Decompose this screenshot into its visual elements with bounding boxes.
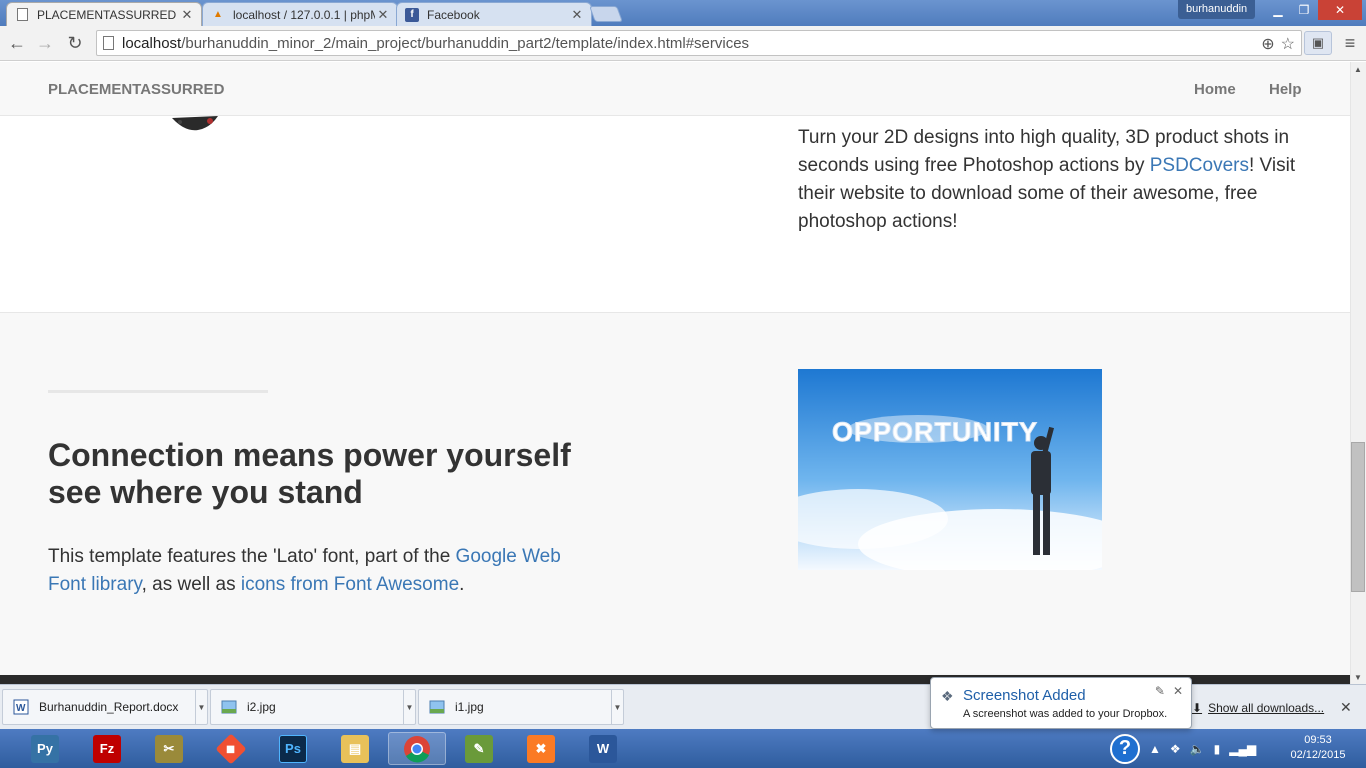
windows-taskbar: Py Fz ✂ ◆ Ps ▤ ✎ ✖ W ? ▲ ❖ 🔈 ▮ ▂▄▆ 09:53… xyxy=(0,729,1366,768)
word-icon[interactable]: W xyxy=(574,732,632,765)
clock-date: 02/12/2015 xyxy=(1290,749,1346,761)
tab-facebook[interactable]: f Facebook ✕ xyxy=(396,2,592,26)
tab-phpmyadmin[interactable]: ▲ localhost / 127.0.0.1 | phpMyAdmin ✕ xyxy=(202,2,398,26)
tab-title: PLACEMENTASSURRED xyxy=(37,7,177,22)
close-icon[interactable]: ✕ xyxy=(569,7,585,23)
download-filename: Burhanuddin_Report.docx xyxy=(39,700,179,714)
filezilla-icon[interactable]: Fz xyxy=(78,732,136,765)
window-close-icon[interactable]: ✕ xyxy=(1318,0,1362,20)
tab-title: localhost / 127.0.0.1 | phpMyAdmin xyxy=(233,7,375,22)
svg-text:OPPORTUNITY: OPPORTUNITY xyxy=(832,417,1038,447)
downloads-close-icon[interactable]: ✕ xyxy=(1340,699,1352,716)
extension-icon[interactable]: ▣ xyxy=(1304,31,1332,55)
download-filename: i2.jpg xyxy=(247,700,276,714)
profile-badge[interactable]: burhanuddin xyxy=(1178,0,1256,19)
git-icon[interactable]: ◆ xyxy=(202,732,260,765)
chevron-down-icon[interactable]: ▼ xyxy=(403,690,415,724)
tab-placementassurred[interactable]: PLACEMENTASSURRED ✕ xyxy=(6,2,202,26)
zoom-icon[interactable]: ⊕ xyxy=(1261,34,1274,54)
section-1-text: Turn your 2D designs into high quality, … xyxy=(798,127,1296,232)
download-item[interactable]: i2.jpg ▼ xyxy=(210,689,416,725)
system-tray: ? ▲ ❖ 🔈 ▮ ▂▄▆ xyxy=(1110,732,1256,765)
nav-home-link[interactable]: Home xyxy=(1194,81,1236,98)
back-arrow-icon[interactable]: ← xyxy=(4,31,30,55)
section-lead-text: This template features the 'Lato' font, … xyxy=(48,546,561,595)
facebook-icon: f xyxy=(405,7,419,22)
bookmark-star-icon[interactable]: ☆ xyxy=(1281,34,1295,54)
scrollbar-thumb[interactable] xyxy=(1351,442,1365,592)
psdcovers-link[interactable]: PSDCovers xyxy=(1150,155,1249,176)
new-tab-button[interactable] xyxy=(589,6,623,22)
notepad-icon[interactable]: ✎ xyxy=(450,732,508,765)
xampp-icon[interactable]: ✖ xyxy=(512,732,570,765)
photoshop-icon[interactable]: Ps xyxy=(264,732,322,765)
image-file-icon xyxy=(221,700,237,714)
download-item[interactable]: W Burhanuddin_Report.docx ▼ xyxy=(2,689,208,725)
tools-icon[interactable]: ✂ xyxy=(140,732,198,765)
site-navbar: PLACEMENTASSURRED Home Help xyxy=(0,62,1350,116)
chrome-icon[interactable] xyxy=(388,732,446,765)
clock-time: 09:53 xyxy=(1304,734,1332,746)
taskbar-clock[interactable]: 09:53 02/12/2015 xyxy=(1278,733,1358,763)
pin-icon[interactable]: ✎ xyxy=(1155,684,1165,698)
notification-title: Screenshot Added xyxy=(963,687,1086,704)
dropbox-icon: ❖ xyxy=(941,688,954,704)
notification-body: A screenshot was added to your Dropbox. xyxy=(963,708,1168,720)
close-icon[interactable]: ✕ xyxy=(1173,684,1183,698)
opportunity-image: OPPORTUNITY xyxy=(798,369,1102,570)
help-icon[interactable]: ? xyxy=(1110,733,1140,764)
download-arrow-icon: ⬇ xyxy=(1192,701,1203,715)
scroll-down-arrow-icon[interactable]: ▼ xyxy=(1350,670,1366,684)
forward-arrow-icon[interactable]: → xyxy=(32,31,58,55)
battery-icon[interactable]: ▮ xyxy=(1214,742,1221,756)
tab-title: Facebook xyxy=(427,7,480,22)
restore-icon[interactable]: ❐ xyxy=(1290,0,1318,20)
chrome-menu-icon[interactable]: ≡ xyxy=(1340,31,1360,55)
site-brand[interactable]: PLACEMENTASSURRED xyxy=(48,81,224,98)
dropbox-notification[interactable]: ❖ Screenshot Added A screenshot was adde… xyxy=(930,677,1192,729)
font-awesome-link[interactable]: icons from Font Awesome xyxy=(241,574,459,595)
close-icon[interactable]: ✕ xyxy=(179,7,195,23)
svg-text:W: W xyxy=(16,703,26,714)
explorer-icon[interactable]: ▤ xyxy=(326,732,384,765)
section-heading: Connection means power yourself see wher… xyxy=(48,437,571,510)
section-image-partial xyxy=(172,116,218,131)
page-viewport: PLACEMENTASSURRED Home Help Turn your 2D… xyxy=(0,62,1350,684)
dropbox-tray-icon[interactable]: ❖ xyxy=(1170,742,1181,756)
scroll-up-arrow-icon[interactable]: ▲ xyxy=(1350,62,1366,76)
content-section-2: Connection means power yourself see wher… xyxy=(0,312,1350,675)
address-bar[interactable]: localhost/burhanuddin_minor_2/main_proje… xyxy=(96,30,1302,56)
section-divider xyxy=(48,390,268,393)
url-text[interactable]: localhost/burhanuddin_minor_2/main_proje… xyxy=(122,35,749,52)
download-item[interactable]: i1.jpg ▼ xyxy=(418,689,624,725)
tray-expand-icon[interactable]: ▲ xyxy=(1149,742,1161,756)
content-section-1: Turn your 2D designs into high quality, … xyxy=(0,116,1350,312)
chevron-down-icon[interactable]: ▼ xyxy=(611,690,623,724)
download-filename: i1.jpg xyxy=(455,700,484,714)
show-all-downloads-link[interactable]: ⬇ Show all downloads... xyxy=(1192,701,1324,715)
word-doc-icon: W xyxy=(13,699,29,715)
nav-help-link[interactable]: Help xyxy=(1269,81,1302,98)
page-icon xyxy=(103,36,114,50)
python-icon[interactable]: Py xyxy=(16,732,74,765)
pma-icon: ▲ xyxy=(213,9,223,20)
image-file-icon xyxy=(429,700,445,714)
page-icon xyxy=(15,8,29,22)
network-signal-icon[interactable]: ▂▄▆ xyxy=(1229,742,1256,756)
chevron-down-icon[interactable]: ▼ xyxy=(195,690,207,724)
minimize-icon[interactable]: ▁ xyxy=(1264,0,1292,20)
volume-icon[interactable]: 🔈 xyxy=(1190,742,1205,756)
reload-icon[interactable]: ↻ xyxy=(62,31,88,55)
close-icon[interactable]: ✕ xyxy=(375,7,391,23)
